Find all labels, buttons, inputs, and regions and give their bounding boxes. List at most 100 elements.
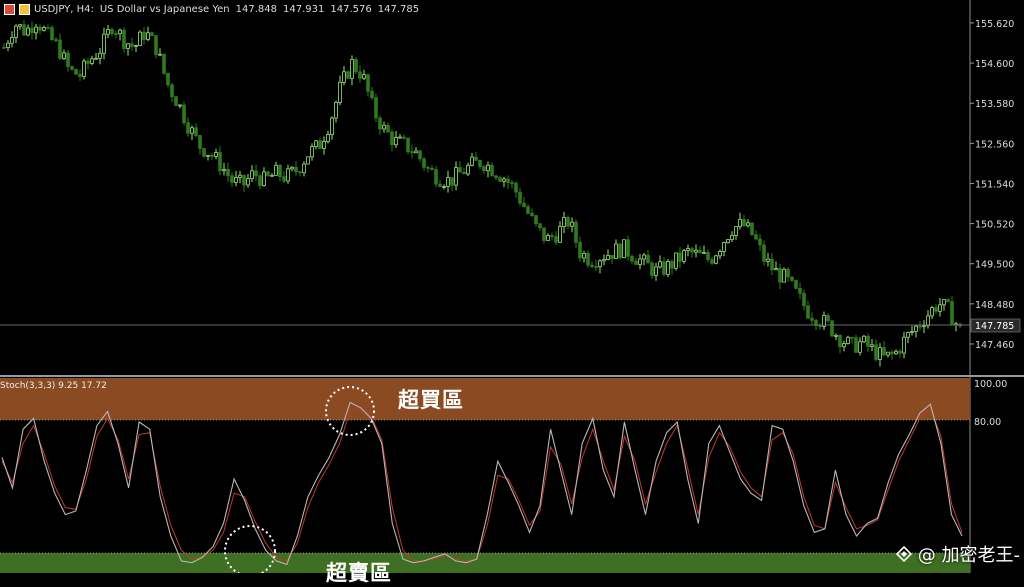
candle-body bbox=[270, 174, 274, 177]
price-tick-label: 153.580 bbox=[975, 99, 1014, 110]
candle-body bbox=[214, 152, 218, 157]
watermark-text: @ 加密老王- bbox=[917, 545, 1020, 566]
candle-body bbox=[634, 260, 638, 265]
candle-body bbox=[582, 252, 586, 259]
candle-body bbox=[70, 66, 74, 70]
stoch-tick-80: 80.00 bbox=[974, 417, 1001, 428]
candle-body bbox=[298, 171, 302, 174]
candle-body bbox=[586, 252, 590, 266]
candle-body bbox=[50, 27, 54, 41]
candle-body bbox=[170, 84, 174, 98]
candle-body bbox=[722, 242, 726, 252]
candle-body bbox=[610, 254, 614, 259]
candle-body bbox=[422, 158, 426, 168]
candle-body bbox=[798, 287, 802, 294]
candle-body bbox=[238, 174, 242, 178]
candle-body bbox=[306, 156, 310, 165]
candle-body bbox=[146, 32, 150, 40]
candle-body bbox=[322, 141, 326, 149]
oversold-zone bbox=[0, 553, 970, 573]
candle-body bbox=[606, 254, 610, 260]
price-tick-label: 147.460 bbox=[975, 340, 1014, 351]
candle-body bbox=[486, 164, 490, 172]
candle-body bbox=[818, 325, 822, 327]
candle-body bbox=[470, 156, 474, 166]
candle-body bbox=[742, 218, 746, 227]
candle-body bbox=[490, 164, 494, 177]
candle-body bbox=[642, 254, 646, 260]
candle-body bbox=[174, 96, 178, 106]
candle-body bbox=[638, 258, 642, 265]
high-value: 147.931 bbox=[283, 3, 325, 15]
candle-body bbox=[738, 218, 742, 228]
candle-body bbox=[102, 33, 106, 54]
candle-body bbox=[370, 90, 374, 99]
candle-body bbox=[670, 261, 674, 269]
candle-body bbox=[30, 27, 34, 34]
candle-body bbox=[254, 170, 258, 177]
candle-body bbox=[926, 315, 930, 327]
candle-body bbox=[226, 168, 230, 177]
candle-body bbox=[434, 169, 438, 185]
candle-body bbox=[286, 168, 290, 182]
timeframe-icon[interactable] bbox=[19, 3, 30, 15]
candle-body bbox=[210, 154, 214, 157]
candle-body bbox=[946, 299, 950, 303]
candle-body bbox=[806, 305, 810, 319]
candle-body bbox=[202, 148, 206, 157]
candle-body bbox=[86, 60, 90, 64]
candle-body bbox=[706, 252, 710, 260]
candle-body bbox=[326, 134, 330, 142]
candle-body bbox=[630, 255, 634, 262]
watermark: @ 加密老王- bbox=[895, 541, 1020, 567]
candle-body bbox=[230, 175, 234, 183]
candle-body bbox=[22, 24, 26, 36]
candle-body bbox=[754, 234, 758, 240]
candle-body bbox=[294, 166, 298, 173]
candle-body bbox=[426, 166, 430, 169]
candle-body bbox=[934, 307, 938, 312]
candle-body bbox=[834, 334, 838, 337]
candle-body bbox=[714, 255, 718, 264]
candle-body bbox=[782, 268, 786, 283]
candle-body bbox=[54, 39, 58, 42]
candle-body bbox=[66, 52, 70, 67]
price-tick-label: 154.600 bbox=[975, 59, 1014, 70]
candle-body bbox=[510, 182, 514, 184]
symbol-icon[interactable] bbox=[4, 3, 15, 15]
candle-body bbox=[178, 104, 182, 107]
candle-body bbox=[190, 127, 194, 134]
candle-body bbox=[666, 261, 670, 275]
candle-body bbox=[550, 235, 554, 238]
candle-body bbox=[770, 258, 774, 271]
candle-body bbox=[918, 325, 922, 328]
candle-body bbox=[182, 104, 186, 124]
candle-body bbox=[358, 71, 362, 79]
candle-body bbox=[554, 236, 558, 243]
candle-body bbox=[246, 178, 250, 186]
candle-body bbox=[266, 171, 270, 176]
candle-body bbox=[442, 186, 446, 188]
candle-body bbox=[650, 262, 654, 276]
candle-body bbox=[682, 250, 686, 262]
open-value: 147.848 bbox=[235, 3, 278, 15]
candle-body bbox=[126, 43, 130, 49]
candle-body bbox=[78, 73, 82, 77]
candle-body bbox=[830, 320, 834, 337]
candle-body bbox=[430, 167, 434, 170]
candle-body bbox=[290, 166, 294, 170]
candle-body bbox=[186, 122, 190, 134]
candle-body bbox=[258, 175, 262, 187]
candle-body bbox=[82, 60, 86, 77]
candle-body bbox=[106, 29, 110, 35]
candle-body bbox=[598, 260, 602, 268]
candle-body bbox=[810, 317, 814, 321]
candle-body bbox=[414, 150, 418, 154]
candle-body bbox=[206, 154, 210, 157]
candle-body bbox=[42, 27, 46, 31]
candle-body bbox=[2, 46, 6, 49]
candle-body bbox=[390, 131, 394, 146]
candle-body bbox=[618, 243, 622, 259]
symbol-description: US Dollar vs Japanese Yen bbox=[99, 3, 230, 15]
candle-body bbox=[734, 226, 738, 236]
